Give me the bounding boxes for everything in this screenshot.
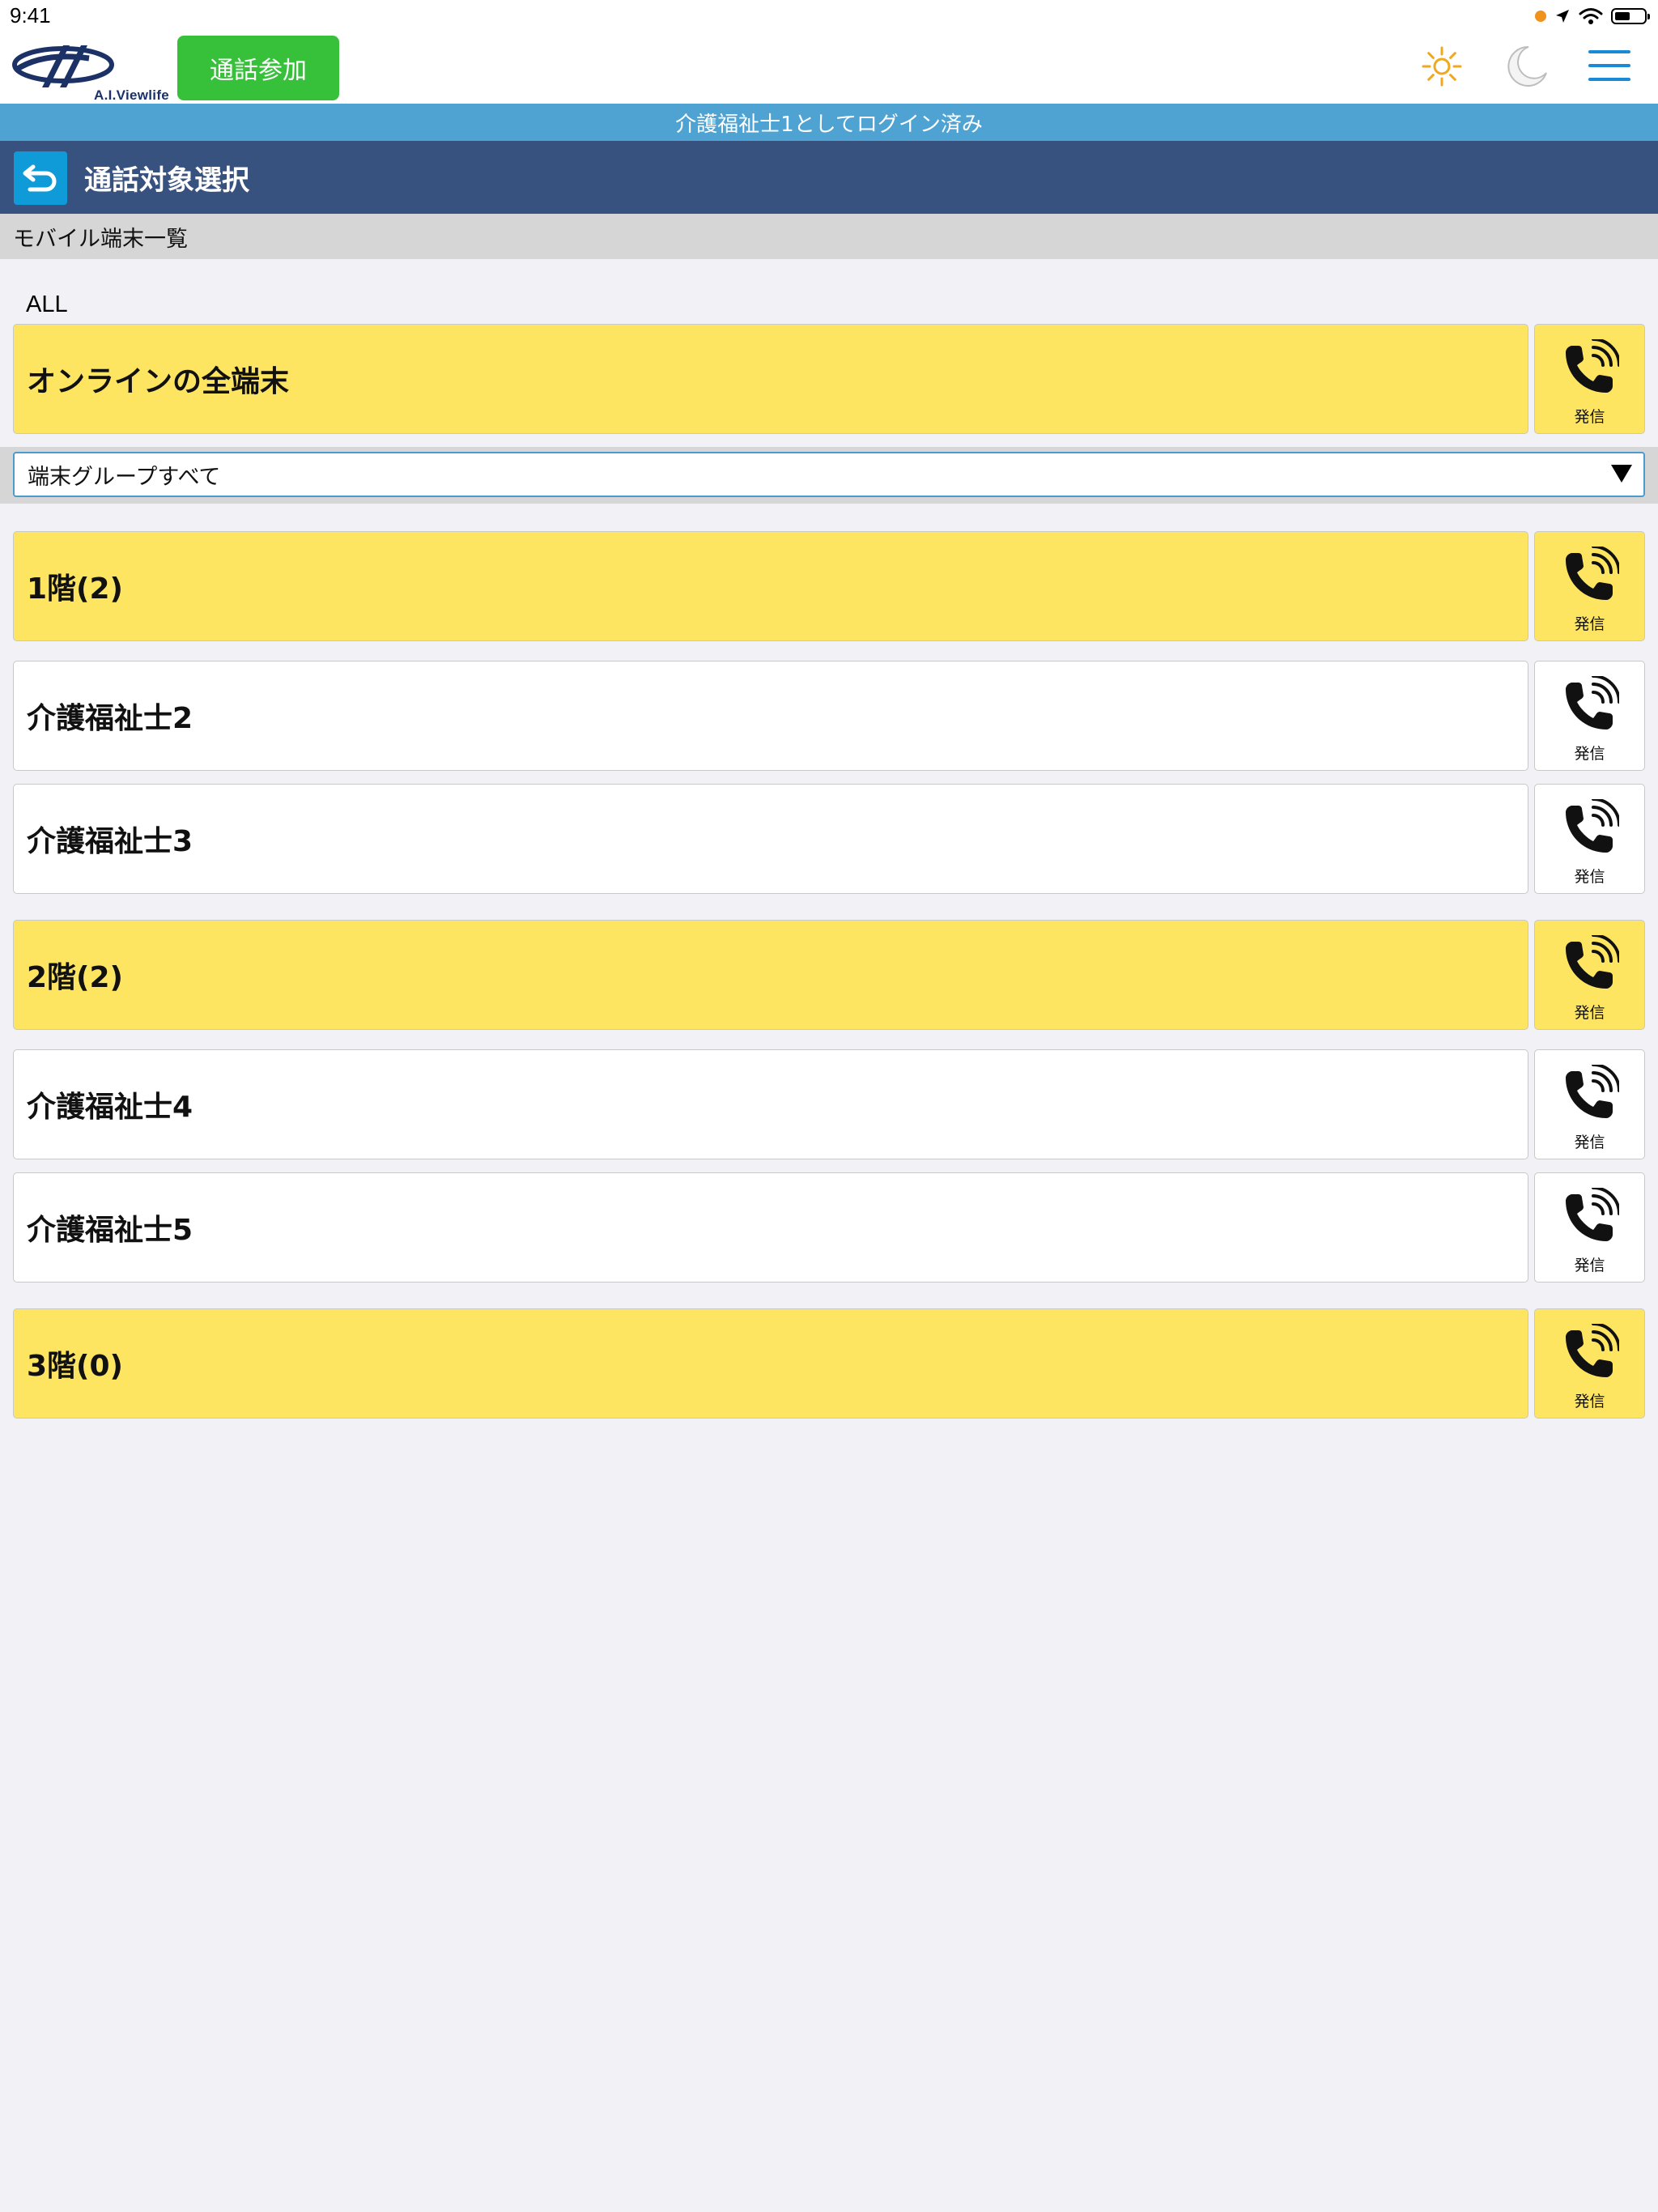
page-title: 通話対象選択 <box>84 164 249 197</box>
menu-icon[interactable] <box>1588 50 1630 83</box>
call-button-all[interactable]: 発信 <box>1534 324 1645 434</box>
call-label: 発信 <box>1574 1393 1605 1410</box>
status-bar: 9:41 <box>0 0 1658 32</box>
battery-icon <box>1611 8 1650 24</box>
phone-call-icon <box>1566 1065 1619 1118</box>
group-row-floor3[interactable]: 3階(0) <box>13 1308 1528 1419</box>
call-button-careworker4[interactable]: 発信 <box>1534 1049 1645 1159</box>
call-button-floor2[interactable]: 発信 <box>1534 920 1645 1030</box>
call-label: 発信 <box>1574 745 1605 763</box>
location-arrow-icon <box>1556 10 1569 23</box>
device-row-careworker2[interactable]: 介護福祉士2 <box>13 661 1528 771</box>
wifi-icon <box>1579 8 1603 24</box>
back-button[interactable] <box>14 151 67 205</box>
call-label: 発信 <box>1574 1257 1605 1274</box>
group-row-floor1[interactable]: 1階(2) <box>13 531 1528 641</box>
phone-call-icon <box>1566 547 1619 600</box>
recording-dot-icon <box>1535 11 1546 22</box>
section-header: モバイル端末一覧 <box>0 214 1658 259</box>
logo-mark-icon <box>12 45 114 87</box>
join-call-button[interactable]: 通話参加 <box>177 36 339 100</box>
call-button-careworker2[interactable]: 発信 <box>1534 661 1645 771</box>
sun-icon[interactable] <box>1421 45 1463 87</box>
title-bar: 通話対象選択 <box>0 141 1658 214</box>
phone-call-icon <box>1566 799 1619 853</box>
call-button-floor3[interactable]: 発信 <box>1534 1308 1645 1419</box>
login-banner: 介護福祉士1としてログイン済み <box>0 104 1658 141</box>
call-label: 発信 <box>1574 408 1605 426</box>
call-label: 発信 <box>1574 1134 1605 1151</box>
phone-call-icon <box>1566 1188 1619 1241</box>
logo-text: A.I.Viewlife <box>94 87 170 103</box>
device-row-careworker4[interactable]: 介護福祉士4 <box>13 1049 1528 1159</box>
back-icon <box>23 164 57 192</box>
dropdown-arrow-icon <box>1611 465 1632 483</box>
call-label: 発信 <box>1574 868 1605 886</box>
moon-icon[interactable] <box>1504 44 1550 89</box>
phone-call-icon <box>1566 935 1619 989</box>
call-label: 発信 <box>1574 615 1605 633</box>
phone-call-icon <box>1566 676 1619 730</box>
all-label: ALL <box>26 291 68 317</box>
call-button-floor1[interactable]: 発信 <box>1534 531 1645 641</box>
call-label: 発信 <box>1574 1004 1605 1022</box>
app-header: A.I.Viewlife 通話参加 <box>0 32 1658 104</box>
group-select-value: 端末グループすべて <box>28 464 221 490</box>
call-button-careworker3[interactable]: 発信 <box>1534 784 1645 894</box>
call-button-careworker5[interactable]: 発信 <box>1534 1172 1645 1283</box>
group-row-floor2[interactable]: 2階(2) <box>13 920 1528 1030</box>
device-row-careworker3[interactable]: 介護福祉士3 <box>13 784 1528 894</box>
phone-call-icon <box>1566 339 1619 393</box>
status-icons <box>1535 5 1650 28</box>
all-devices-row[interactable]: オンラインの全端末 <box>13 324 1528 434</box>
device-row-careworker5[interactable]: 介護福祉士5 <box>13 1172 1528 1283</box>
status-time: 9:41 <box>10 3 51 28</box>
logo: A.I.Viewlife <box>11 40 169 103</box>
phone-call-icon <box>1566 1324 1619 1377</box>
group-select[interactable]: 端末グループすべて <box>13 452 1645 497</box>
